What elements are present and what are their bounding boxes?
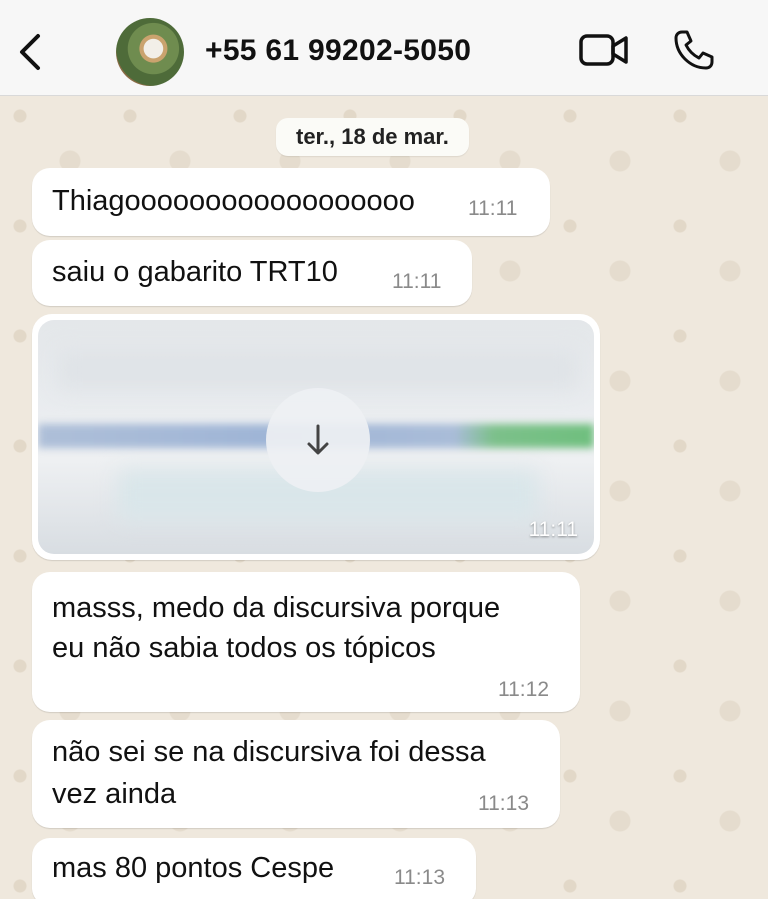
- avatar[interactable]: [116, 18, 184, 86]
- message-text: Thiagoooooooooooooooooo: [52, 185, 415, 217]
- chevron-left-icon[interactable]: [10, 28, 50, 76]
- message-bubble[interactable]: saiu o gabarito TRT10 11:11: [32, 240, 472, 306]
- message-text-line: masss, medo da discursiva porque: [52, 592, 501, 624]
- message-bubble[interactable]: masss, medo da discursiva porque eu não …: [32, 572, 580, 712]
- message-bubble[interactable]: Thiagoooooooooooooooooo 11:11: [32, 168, 550, 236]
- download-button[interactable]: [266, 388, 370, 492]
- phone-icon[interactable]: [672, 28, 716, 72]
- blurred-image-preview: 11:11: [38, 320, 594, 554]
- message-text-line: não sei se na discursiva foi dessa: [52, 736, 486, 768]
- message-bubble[interactable]: mas 80 pontos Cespe 11:13: [32, 838, 476, 899]
- message-time: 11:11: [468, 197, 518, 220]
- date-separator: ter., 18 de mar.: [276, 118, 469, 156]
- message-time: 11:13: [478, 792, 529, 815]
- contact-name[interactable]: +55 61 99202-5050: [205, 34, 471, 68]
- image-message[interactable]: 11:11: [32, 314, 600, 560]
- message-time: 11:13: [394, 866, 445, 889]
- message-time: 11:11: [528, 518, 578, 541]
- message-time: 11:11: [392, 270, 442, 293]
- message-bubble[interactable]: não sei se na discursiva foi dessa vez a…: [32, 720, 560, 828]
- message-text: mas 80 pontos Cespe: [52, 852, 335, 884]
- message-time: 11:12: [498, 678, 549, 701]
- chat-area[interactable]: ter., 18 de mar. Thiagoooooooooooooooooo…: [0, 96, 768, 899]
- message-text-line: vez ainda: [52, 778, 177, 810]
- video-camera-icon[interactable]: [578, 30, 630, 70]
- download-arrow-icon: [307, 424, 329, 455]
- message-text: saiu o gabarito TRT10: [52, 256, 338, 288]
- chat-header: +55 61 99202-5050: [0, 0, 768, 96]
- message-text-line: eu não sabia todos os tópicos: [52, 632, 436, 664]
